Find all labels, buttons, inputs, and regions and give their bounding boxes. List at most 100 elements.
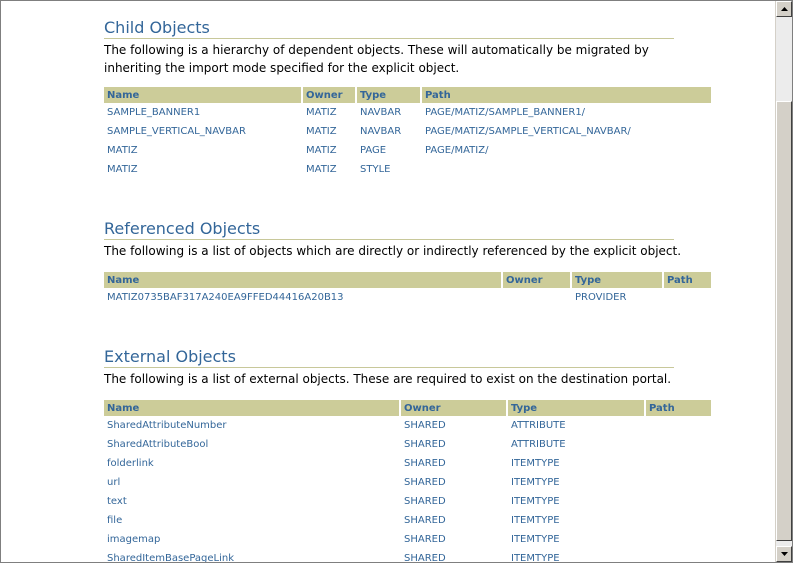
arrow-up-icon [781,7,788,11]
cell-name[interactable]: folderlink [104,454,401,473]
cell-owner[interactable]: SHARED [401,454,508,473]
table-row: MATIZ MATIZ PAGE PAGE/MATIZ/ [104,141,711,160]
cell-name[interactable]: MATIZ [104,141,303,160]
column-header-name[interactable]: Name [104,400,401,416]
column-header-name[interactable]: Name [104,272,503,288]
cell-path[interactable]: PAGE/MATIZ/SAMPLE_VERTICAL_NAVBAR/ [422,122,711,141]
cell-type[interactable]: NAVBAR [357,103,422,122]
cell-type[interactable]: ATTRIBUTE [508,416,646,435]
cell-type[interactable]: ITEMTYPE [508,492,646,511]
cell-path [646,492,711,511]
column-header-path[interactable]: Path [646,400,711,416]
table-row: MATIZ0735BAF317A240EA9FFED44416A20B13 PRO… [104,288,711,307]
page-content: Child Objects The following is a hierarc… [1,1,776,562]
cell-name[interactable]: SharedItemBasePageLink [104,549,401,562]
table-row: folderlink SHARED ITEMTYPE [104,454,711,473]
cell-name[interactable]: file [104,511,401,530]
cell-type[interactable]: ATTRIBUTE [508,435,646,454]
cell-name[interactable]: text [104,492,401,511]
cell-path [646,416,711,435]
child-objects-table: Name Owner Type Path SAMPLE_BANNER1 MATIZ… [104,87,711,179]
scrollbar-thumb[interactable] [776,101,792,541]
cell-type[interactable]: ITEMTYPE [508,549,646,562]
cell-owner[interactable]: SHARED [401,435,508,454]
external-objects-section: External Objects The following is a list… [104,347,684,388]
cell-type[interactable]: STYLE [357,160,422,179]
table-row: SharedItemBasePageLink SHARED ITEMTYPE [104,549,711,562]
cell-type[interactable]: PAGE [357,141,422,160]
arrow-down-icon [781,552,788,556]
cell-path[interactable]: PAGE/MATIZ/ [422,141,711,160]
cell-path [646,530,711,549]
referenced-objects-title: Referenced Objects [104,219,674,240]
table-row: file SHARED ITEMTYPE [104,511,711,530]
table-row: imagemap SHARED ITEMTYPE [104,530,711,549]
column-header-owner[interactable]: Owner [401,400,508,416]
column-header-type[interactable]: Type [572,272,664,288]
table-row: SharedAttributeNumber SHARED ATTRIBUTE [104,416,711,435]
external-objects-table: Name Owner Type Path SharedAttributeNumb… [104,400,711,562]
cell-name[interactable]: MATIZ0735BAF317A240EA9FFED44416A20B13 [104,288,503,307]
external-objects-description: The following is a list of external obje… [104,372,672,386]
cell-owner[interactable]: SHARED [401,492,508,511]
cell-name[interactable]: SAMPLE_VERTICAL_NAVBAR [104,122,303,141]
referenced-objects-section: Referenced Objects The following is a li… [104,219,684,260]
cell-type[interactable]: PROVIDER [572,288,664,307]
table-header-row: Name Owner Type Path [104,272,711,288]
cell-name[interactable]: SharedAttributeNumber [104,416,401,435]
cell-name[interactable]: SAMPLE_BANNER1 [104,103,303,122]
cell-type[interactable]: NAVBAR [357,122,422,141]
cell-owner[interactable]: SHARED [401,530,508,549]
cell-type[interactable]: ITEMTYPE [508,473,646,492]
column-header-path[interactable]: Path [664,272,711,288]
column-header-owner[interactable]: Owner [503,272,572,288]
cell-path [422,160,711,179]
cell-path [646,473,711,492]
cell-type[interactable]: ITEMTYPE [508,511,646,530]
column-header-type[interactable]: Type [357,87,422,103]
cell-path [646,454,711,473]
column-header-path[interactable]: Path [422,87,711,103]
table-row: url SHARED ITEMTYPE [104,473,711,492]
cell-name[interactable]: imagemap [104,530,401,549]
cell-owner[interactable]: SHARED [401,473,508,492]
child-objects-section: Child Objects The following is a hierarc… [104,18,684,77]
column-header-type[interactable]: Type [508,400,646,416]
table-row: SAMPLE_VERTICAL_NAVBAR MATIZ NAVBAR PAGE/MA… [104,122,711,141]
table-header-row: Name Owner Type Path [104,87,711,103]
cell-owner[interactable]: MATIZ [303,122,357,141]
cell-path [646,511,711,530]
cell-owner[interactable]: MATIZ [303,160,357,179]
cell-name[interactable]: SharedAttributeBool [104,435,401,454]
cell-owner[interactable]: SHARED [401,549,508,562]
column-header-name[interactable]: Name [104,87,303,103]
external-objects-title: External Objects [104,347,674,368]
browser-viewport: Child Objects The following is a hierarc… [0,0,793,563]
table-row: SharedAttributeBool SHARED ATTRIBUTE [104,435,711,454]
cell-path[interactable]: PAGE/MATIZ/SAMPLE_BANNER1/ [422,103,711,122]
child-objects-description: The following is a hierarchy of dependen… [104,43,649,75]
table-row: SAMPLE_BANNER1 MATIZ NAVBAR PAGE/MATIZ/SAMP… [104,103,711,122]
cell-owner[interactable]: MATIZ [303,103,357,122]
cell-type[interactable]: ITEMTYPE [508,530,646,549]
vertical-scrollbar[interactable] [775,1,792,562]
cell-type[interactable]: ITEMTYPE [508,454,646,473]
child-objects-title: Child Objects [104,18,674,39]
cell-owner[interactable]: MATIZ [303,141,357,160]
scroll-up-button[interactable] [776,1,792,17]
cell-owner[interactable]: SHARED [401,511,508,530]
table-header-row: Name Owner Type Path [104,400,711,416]
cell-path [664,288,711,307]
table-row: MATIZ MATIZ STYLE [104,160,711,179]
cell-owner[interactable]: SHARED [401,416,508,435]
referenced-objects-description: The following is a list of objects which… [104,244,682,258]
table-row: text SHARED ITEMTYPE [104,492,711,511]
cell-name[interactable]: url [104,473,401,492]
referenced-objects-table: Name Owner Type Path MATIZ0735BAF317A240… [104,272,711,307]
column-header-owner[interactable]: Owner [303,87,357,103]
cell-path [646,549,711,562]
cell-path [646,435,711,454]
scroll-down-button[interactable] [776,546,792,562]
cell-owner [503,288,572,307]
cell-name[interactable]: MATIZ [104,160,303,179]
